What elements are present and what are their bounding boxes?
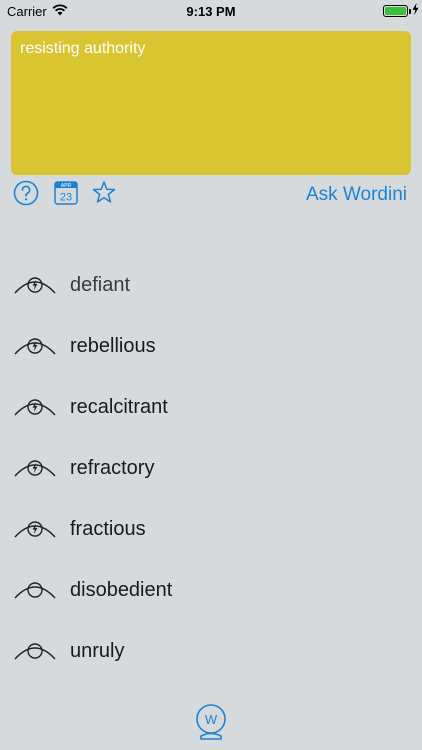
toolbar: APR 23 Ask Wordini bbox=[0, 178, 422, 212]
result-word: defiant bbox=[70, 274, 131, 296]
status-bar: Carrier 9:13 PM bbox=[0, 0, 422, 22]
results-list: defiant rebellious recalcitrant refracto… bbox=[0, 255, 422, 682]
battery-fill bbox=[385, 7, 406, 15]
result-word: recalcitrant bbox=[70, 396, 168, 418]
list-item[interactable]: refractory bbox=[0, 438, 422, 499]
calendar-day: 23 bbox=[60, 192, 72, 204]
eye-icon[interactable] bbox=[14, 639, 56, 663]
list-item[interactable]: disobedient bbox=[0, 560, 422, 621]
clock: 9:13 PM bbox=[186, 4, 236, 19]
calendar-icon[interactable]: APR 23 bbox=[53, 180, 79, 206]
result-word: refractory bbox=[70, 457, 155, 479]
eye-icon[interactable] bbox=[14, 578, 56, 602]
result-word: fractious bbox=[70, 518, 146, 540]
eye-bolt-icon[interactable] bbox=[14, 334, 56, 358]
eye-bolt-icon[interactable] bbox=[14, 273, 56, 297]
list-item[interactable]: defiant bbox=[0, 255, 422, 316]
query-input[interactable]: resisting authority bbox=[11, 31, 411, 175]
list-item[interactable]: rebellious bbox=[0, 316, 422, 377]
wordini-letter: W bbox=[205, 712, 218, 727]
list-item[interactable]: recalcitrant bbox=[0, 377, 422, 438]
result-word: unruly bbox=[70, 640, 125, 662]
eye-bolt-icon[interactable] bbox=[14, 456, 56, 480]
question-circle-icon[interactable] bbox=[13, 180, 39, 206]
result-word: rebellious bbox=[70, 335, 156, 357]
eye-bolt-icon[interactable] bbox=[14, 517, 56, 541]
calendar-month: APR bbox=[61, 183, 72, 189]
list-item[interactable]: unruly bbox=[0, 621, 422, 682]
app-screen: Carrier 9:13 PM resisting authority APR bbox=[0, 0, 422, 750]
battery-tip bbox=[409, 9, 411, 14]
eye-bolt-icon[interactable] bbox=[14, 395, 56, 419]
result-word: disobedient bbox=[70, 579, 173, 601]
star-outline-icon[interactable] bbox=[91, 180, 117, 206]
charging-bolt-icon bbox=[412, 3, 419, 15]
ask-wordini-button[interactable]: Ask Wordini bbox=[306, 184, 407, 206]
wordini-crystal-ball-icon[interactable]: W bbox=[194, 703, 228, 741]
battery-icon bbox=[383, 5, 408, 17]
query-text: resisting authority bbox=[20, 40, 146, 57]
list-item[interactable]: fractious bbox=[0, 499, 422, 560]
